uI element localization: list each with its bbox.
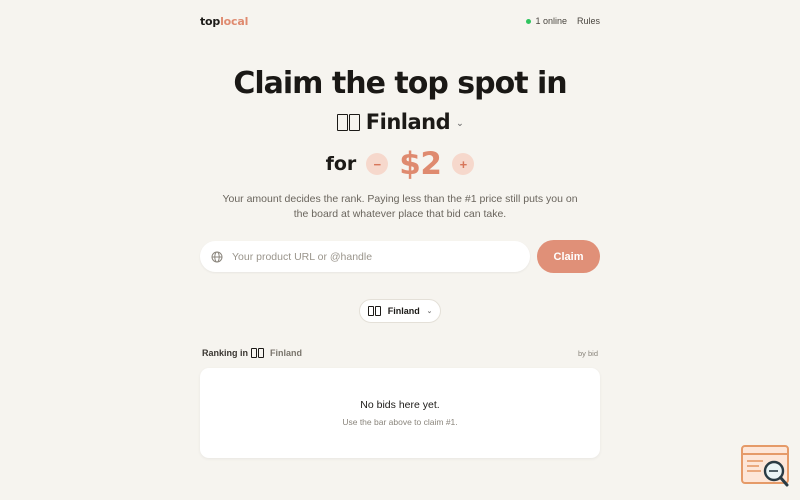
chevron-down-icon: ⌄ (426, 308, 433, 315)
ranking-list: No bids here yet. Use the bar above to c… (200, 368, 600, 458)
top-right: 1 online Rules (526, 16, 600, 26)
headline-country: Finland (365, 110, 451, 134)
ranking-header: Ranking in Finland by bid (202, 348, 598, 358)
claim-button[interactable]: Claim (537, 240, 600, 273)
online-count: 1 online (535, 16, 567, 26)
country-select[interactable]: Finland ⌄ (359, 299, 441, 323)
price-value: $2 (399, 146, 442, 182)
increase-price-button[interactable]: + (452, 153, 475, 175)
flag-icon (367, 306, 381, 316)
description: Your amount decides the rank. Paying les… (222, 193, 578, 220)
chevron-down-icon: ⌄ (456, 119, 464, 129)
price-row: for − $2 + (0, 146, 800, 182)
for-label: for (325, 153, 357, 175)
top-bar: toplocal 1 online Rules (200, 12, 600, 30)
flag-icon (336, 113, 360, 131)
country-select-value: Finland (387, 306, 420, 316)
logo-local: local (220, 14, 249, 28)
empty-state-subtitle: Use the bar above to claim #1. (342, 417, 458, 427)
empty-state-title: No bids here yet. (360, 399, 440, 411)
decrease-price-button[interactable]: − (366, 153, 389, 175)
page: toplocal 1 online Rules Claim the top sp… (0, 0, 800, 500)
online-indicator: 1 online (526, 16, 567, 26)
country-dropdown[interactable]: Finland ⌄ (0, 110, 800, 134)
ranking-country: Finland (270, 348, 303, 358)
url-input-wrapper (200, 241, 530, 272)
globe-icon (211, 251, 223, 262)
ranking-title: Ranking in Finland (202, 348, 302, 358)
logo-top: top (200, 14, 221, 28)
search-widget-icon[interactable] (741, 445, 791, 490)
product-url-input[interactable] (230, 249, 514, 264)
ranking-title-prefix: Ranking in (202, 348, 249, 358)
sort-label: by bid (577, 348, 598, 358)
rules-link[interactable]: Rules (577, 16, 600, 26)
online-dot-icon (526, 18, 532, 24)
logo[interactable]: toplocal (200, 15, 248, 28)
headline: Claim the top spot in (233, 66, 567, 101)
flag-icon (251, 348, 265, 358)
